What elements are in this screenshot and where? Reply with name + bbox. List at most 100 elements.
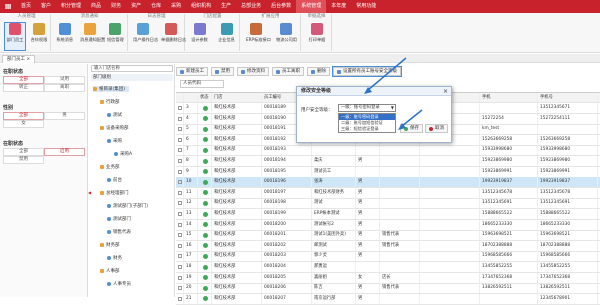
row-checkbox[interactable] [176, 251, 184, 262]
row-checkbox[interactable] [176, 124, 184, 135]
department-node[interactable]: 人事部 [100, 268, 120, 274]
row-checkbox[interactable] [176, 113, 184, 124]
ribbon-button[interactable]: 消息通知配置 [80, 23, 105, 50]
topnav-item[interactable]: 本年度 [326, 0, 351, 13]
topnav-item[interactable]: 组织机构 [186, 0, 216, 13]
filter-option[interactable]: 离职 [44, 84, 85, 92]
filter-option[interactable]: 启用 [44, 148, 85, 156]
ribbon-button[interactable]: 系统消息 [55, 23, 75, 50]
tab-department-staff[interactable]: 部门员工 × [2, 55, 36, 63]
filter-option[interactable]: 男 [44, 112, 85, 120]
row-checkbox[interactable] [176, 198, 184, 209]
table-row[interactable]: 18 和红枝术部 00018204 郝勇运 13455852255 13455852255 [176, 262, 600, 273]
table-row[interactable]: 8 和红枝术部 00018194 柔庆男 15923869980 15923869980 [176, 156, 600, 167]
dialog-close-icon[interactable]: × [443, 87, 448, 96]
row-checkbox[interactable] [176, 240, 184, 251]
row-checkbox[interactable] [176, 103, 184, 113]
table-row[interactable]: 9 和红枝术部 00018195 测试员工 15923869991 15923869991 [176, 166, 600, 178]
toolbar-button[interactable]: 删除 [307, 67, 330, 76]
ribbon-button[interactable]: 打印单据 [307, 23, 327, 50]
table-row[interactable]: 19 和红枝术部 00018205 喜丽姐女店长 17347652368 17347652… [176, 272, 600, 284]
grid-header-cell[interactable]: 状态 [198, 93, 212, 102]
toolbar-button[interactable]: 修改资料 [237, 67, 269, 76]
security-level-select[interactable]: 一级：账号密码登录 ▼ [338, 104, 396, 112]
security-level-option[interactable]: 三级：短信验证登录 [339, 126, 395, 132]
table-row[interactable]: 10 和红枝术部 00018196 张涛男 19923919837 19923919837 [176, 177, 600, 189]
ribbon-button[interactable]: 部门员工 [4, 22, 26, 51]
grid-header-cell[interactable]: 门店 [212, 93, 262, 102]
topnav-item[interactable]: 仓库 [146, 0, 166, 13]
grid-header-cell[interactable]: 手机号 [538, 93, 598, 102]
table-row[interactable]: 12 和红枝术部 00018198 测试男 13512345691 13512345691 [176, 198, 600, 210]
topnav-item[interactable]: 资产 [126, 0, 146, 13]
department-node[interactable]: 根目录(集团) [93, 86, 130, 92]
row-checkbox[interactable] [176, 177, 184, 188]
table-row[interactable]: 21 和红枝术部 00018207 南京运行部男 12345678901 [176, 293, 600, 305]
ribbon-button[interactable]: 合伙权限 [29, 23, 49, 50]
topnav-item[interactable]: 财务 [106, 0, 126, 13]
filter-option[interactable]: 试用 [44, 76, 85, 84]
table-row[interactable]: 17 和红枝术部 00018203 郭少灵男 15968585666 1596858566… [176, 251, 600, 263]
filter-option[interactable]: 全部 [3, 76, 44, 84]
topnav-item[interactable]: 首页 [16, 0, 36, 13]
row-checkbox[interactable] [176, 272, 184, 283]
row-checkbox[interactable] [176, 293, 184, 304]
filter-option[interactable]: 禁用 [3, 156, 44, 164]
department-node[interactable]: 人事专员 [107, 281, 131, 287]
table-row[interactable]: 20 和红枝术部 00018206 陈吉男销售代表 13826592511 1382659… [176, 283, 600, 295]
row-checkbox[interactable] [176, 156, 184, 166]
ribbon-button[interactable]: 物流公司用 [276, 23, 297, 50]
row-checkbox[interactable] [176, 145, 184, 156]
department-node[interactable]: 行政部 [100, 99, 120, 105]
row-checkbox[interactable] [176, 230, 184, 241]
topnav-item[interactable]: 采购 [166, 0, 186, 13]
filter-option[interactable]: 全部 [3, 148, 44, 156]
row-checkbox[interactable] [176, 283, 184, 294]
ribbon-button[interactable]: ERP标准接口 [246, 23, 271, 50]
department-node[interactable]: 设备采购部 [100, 125, 129, 131]
department-node[interactable]: 总经理部门 [100, 190, 129, 196]
department-node[interactable]: 采购A [114, 151, 132, 157]
toolbar-button[interactable]: 禁用 [211, 67, 234, 76]
topnav-item[interactable]: 生产 [216, 0, 236, 13]
topnav-item[interactable]: 总部业务 [236, 0, 266, 13]
row-checkbox[interactable] [176, 166, 184, 177]
grid-header-cell[interactable] [176, 93, 184, 102]
table-row[interactable]: 16 和红枝术部 00018202 邮测试男销售代表 18702388888 187023… [176, 240, 600, 252]
table-row[interactable]: 15 和红枝术部 00018201 测试1(美团外卖) 男销售代表 15963698521… [176, 230, 600, 242]
ribbon-button[interactable]: 企业信息 [217, 23, 237, 50]
table-row[interactable]: 14 和红枝术部 00018200 测试帐号2 男 18665233330 18665233… [176, 219, 600, 231]
grid-header-cell[interactable] [184, 93, 198, 102]
toolbar-button[interactable]: 员工离职 [272, 67, 304, 76]
ribbon-button[interactable]: 短信管理 [105, 23, 125, 50]
department-node[interactable]: 销售代表 [107, 229, 131, 235]
topnav-item[interactable]: 常用功能 [351, 0, 381, 13]
table-row[interactable]: 11 和红枝术部 00018197 和红技术部财务男 13512345678 135123… [176, 187, 600, 199]
department-search-input[interactable]: 输入门店名称 [91, 65, 173, 72]
department-node[interactable]: 测试部门 [107, 216, 131, 222]
toolbar-button[interactable]: 新建员工 [176, 67, 208, 76]
topnav-item[interactable]: 系统管理 [296, 0, 327, 13]
department-node[interactable]: 业务部 [100, 164, 120, 170]
filter-option[interactable]: 全部 [3, 112, 44, 120]
row-checkbox[interactable] [176, 262, 184, 272]
topnav-item[interactable]: 客户 [36, 0, 56, 13]
topnav-item[interactable]: 后台参数 [266, 0, 296, 13]
filter-option[interactable]: 女 [3, 120, 44, 128]
ribbon-button[interactable]: 用户操作日志 [133, 23, 158, 50]
row-checkbox[interactable] [176, 134, 184, 145]
ribbon-button[interactable]: 设计参数 [190, 23, 210, 50]
grid-header-cell[interactable]: 手机 [480, 93, 538, 102]
collapse-handle[interactable]: ◀ [88, 190, 91, 210]
table-row[interactable]: 13 和红枝术部 00018199 ERP帐本测试男 15888665522 158886… [176, 209, 600, 220]
department-node[interactable]: 测试 [107, 112, 122, 118]
ribbon-button[interactable]: 单据删除日志 [161, 23, 186, 50]
table-row[interactable]: 7 和红枝术部 00018193 15933998680 15933998680 [176, 145, 600, 157]
topnav-item[interactable]: 积分管理 [56, 0, 86, 13]
row-checkbox[interactable] [176, 209, 184, 219]
department-node[interactable]: 财务 [107, 255, 122, 261]
department-node[interactable]: 财务部 [100, 242, 120, 248]
cancel-button[interactable]: 取消 [425, 124, 448, 133]
department-node[interactable]: 采购 [107, 138, 122, 144]
filter-option[interactable]: 转正 [3, 84, 44, 92]
